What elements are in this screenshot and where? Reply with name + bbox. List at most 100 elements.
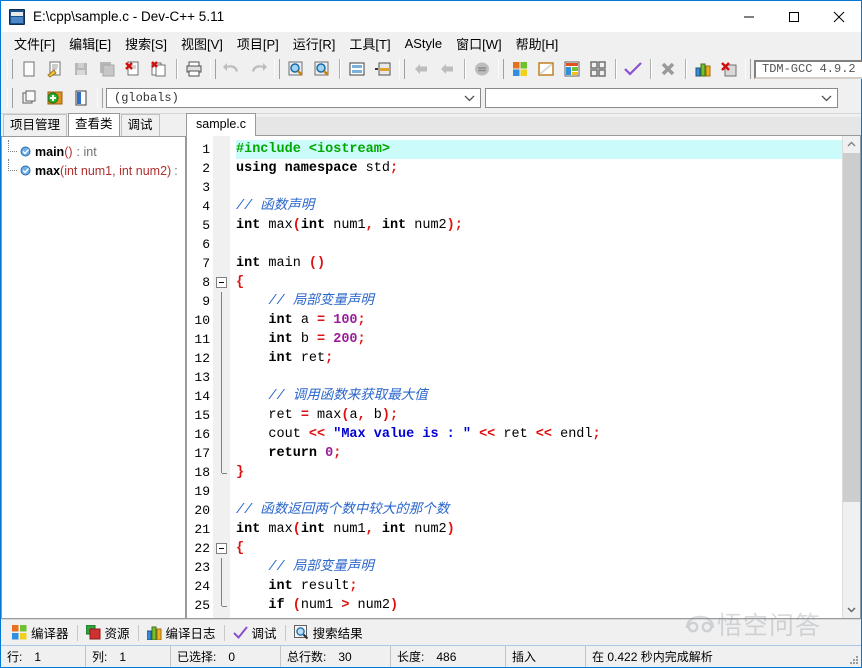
scroll-down-button[interactable]: [843, 601, 860, 618]
fold-collapse-icon[interactable]: [216, 543, 227, 554]
code-line[interactable]: int ret;: [236, 349, 842, 368]
code-line[interactable]: [236, 178, 842, 197]
fold-cell[interactable]: [213, 406, 230, 425]
goto-line-button[interactable]: [344, 57, 370, 81]
menu-window[interactable]: 窗口[W]: [449, 32, 509, 55]
code-line[interactable]: cout << "Max value is : " << ret << endl…: [236, 425, 842, 444]
menu-astyle[interactable]: AStyle: [398, 34, 450, 53]
code-line[interactable]: {: [236, 539, 842, 558]
fold-cell[interactable]: [213, 596, 230, 615]
print-button[interactable]: [181, 57, 207, 81]
minimize-button[interactable]: [726, 1, 771, 32]
fold-cell[interactable]: [213, 368, 230, 387]
menu-run[interactable]: 运行[R]: [286, 32, 343, 55]
new-file-button[interactable]: [16, 57, 42, 81]
code-line[interactable]: int result;: [236, 577, 842, 596]
fold-cell[interactable]: [213, 463, 230, 482]
code-line[interactable]: [236, 368, 842, 387]
code-line[interactable]: int max(int num1, int num2): [236, 520, 842, 539]
editor-vertical-scrollbar[interactable]: [842, 136, 860, 618]
save-button[interactable]: [68, 57, 94, 81]
fold-cell[interactable]: [213, 444, 230, 463]
fold-cell[interactable]: [213, 197, 230, 216]
scrollbar-track[interactable]: [843, 153, 860, 601]
bottom-tab-resources[interactable]: 资源: [79, 621, 137, 644]
code-line[interactable]: {: [236, 273, 842, 292]
fold-cell[interactable]: [213, 482, 230, 501]
tab-class-browser[interactable]: 查看类: [68, 113, 120, 136]
bottom-tab-compiler[interactable]: 编译器: [5, 621, 76, 644]
code-text[interactable]: #include <iostream> using namespace std; …: [230, 136, 842, 618]
close-all-files-button[interactable]: [146, 57, 172, 81]
toolbar-grip-4[interactable]: [399, 59, 405, 79]
code-line[interactable]: #include <iostream>: [236, 140, 842, 159]
replace-button[interactable]: [309, 57, 335, 81]
insert-snippet-button[interactable]: [370, 57, 396, 81]
fold-cell[interactable]: [213, 330, 230, 349]
fold-cell[interactable]: [213, 311, 230, 330]
find-button[interactable]: [283, 57, 309, 81]
fold-cell[interactable]: [213, 292, 230, 311]
add-file-button[interactable]: [42, 86, 68, 110]
code-fold-column[interactable]: [213, 136, 230, 618]
menu-edit[interactable]: 编辑[E]: [62, 32, 118, 55]
code-line[interactable]: // 局部变量声明: [236, 292, 842, 311]
bottom-tab-search-results[interactable]: 搜索结果: [287, 621, 370, 644]
fold-cell[interactable]: [213, 501, 230, 520]
fold-cell[interactable]: [213, 387, 230, 406]
editor-tab-sample-c[interactable]: sample.c: [186, 113, 257, 136]
fold-cell[interactable]: [213, 235, 230, 254]
code-line[interactable]: [236, 235, 842, 254]
syntax-check-button[interactable]: [620, 57, 646, 81]
scrollbar-thumb[interactable]: [843, 153, 860, 503]
fold-cell[interactable]: [213, 539, 230, 558]
compile-button[interactable]: [507, 57, 533, 81]
code-line[interactable]: int a = 100;: [236, 311, 842, 330]
code-line[interactable]: // 函数返回两个数中较大的那个数: [236, 501, 842, 520]
fold-cell[interactable]: [213, 520, 230, 539]
menu-project[interactable]: 项目[P]: [230, 32, 286, 55]
forward-button[interactable]: [434, 57, 460, 81]
toolbar-grip-3[interactable]: [274, 59, 280, 79]
stop-execution-button[interactable]: [655, 57, 681, 81]
toolbar-grip-2[interactable]: [210, 59, 216, 79]
project-options-button[interactable]: [68, 86, 94, 110]
fold-cell[interactable]: [213, 349, 230, 368]
toolbar-grip-6[interactable]: [745, 59, 751, 79]
code-line[interactable]: // 函数声明: [236, 197, 842, 216]
tab-debug-panel[interactable]: 调试: [120, 114, 160, 136]
bottom-tab-compile-log[interactable]: 编译日志: [140, 621, 223, 644]
back-button[interactable]: [408, 57, 434, 81]
code-line[interactable]: ret = max(a, b);: [236, 406, 842, 425]
code-line[interactable]: // 局部变量声明: [236, 558, 842, 577]
compiler-selector[interactable]: TDM-GCC 4.9.2 64-bit Deb: [754, 59, 862, 79]
fold-cell[interactable]: [213, 159, 230, 178]
code-line[interactable]: }: [236, 463, 842, 482]
menu-search[interactable]: 搜索[S]: [118, 32, 174, 55]
fold-cell[interactable]: [213, 577, 230, 596]
tab-project-manager[interactable]: 项目管理: [3, 114, 68, 136]
fold-cell[interactable]: [213, 178, 230, 197]
fold-cell[interactable]: [213, 558, 230, 577]
tree-item-max[interactable]: max (int num1, int num2) :: [2, 159, 185, 180]
fold-cell[interactable]: [213, 425, 230, 444]
scroll-up-button[interactable]: [843, 136, 860, 153]
bottom-tab-debug[interactable]: 调试: [226, 621, 284, 644]
code-line[interactable]: int max(int num1, int num2);: [236, 216, 842, 235]
code-line[interactable]: // 调用函数来获取最大值: [236, 387, 842, 406]
menu-file[interactable]: 文件[F]: [7, 32, 62, 55]
code-line[interactable]: using namespace std;: [236, 159, 842, 178]
code-line[interactable]: int b = 200;: [236, 330, 842, 349]
menu-tools[interactable]: 工具[T]: [342, 32, 397, 55]
fold-cell[interactable]: [213, 216, 230, 235]
toolbar2-grip-2[interactable]: [97, 88, 103, 108]
tree-item-main[interactable]: main () : int: [2, 140, 185, 161]
rebuild-all-button[interactable]: [585, 57, 611, 81]
code-line[interactable]: int main (): [236, 254, 842, 273]
scope-selector[interactable]: (globals): [106, 88, 481, 108]
fold-cell[interactable]: [213, 254, 230, 273]
symbol-selector[interactable]: [485, 88, 838, 108]
menu-help[interactable]: 帮助[H]: [509, 32, 566, 55]
class-browser-tree[interactable]: main () : int max (int num1, int num2) :: [1, 136, 186, 619]
maximize-button[interactable]: [771, 1, 816, 32]
